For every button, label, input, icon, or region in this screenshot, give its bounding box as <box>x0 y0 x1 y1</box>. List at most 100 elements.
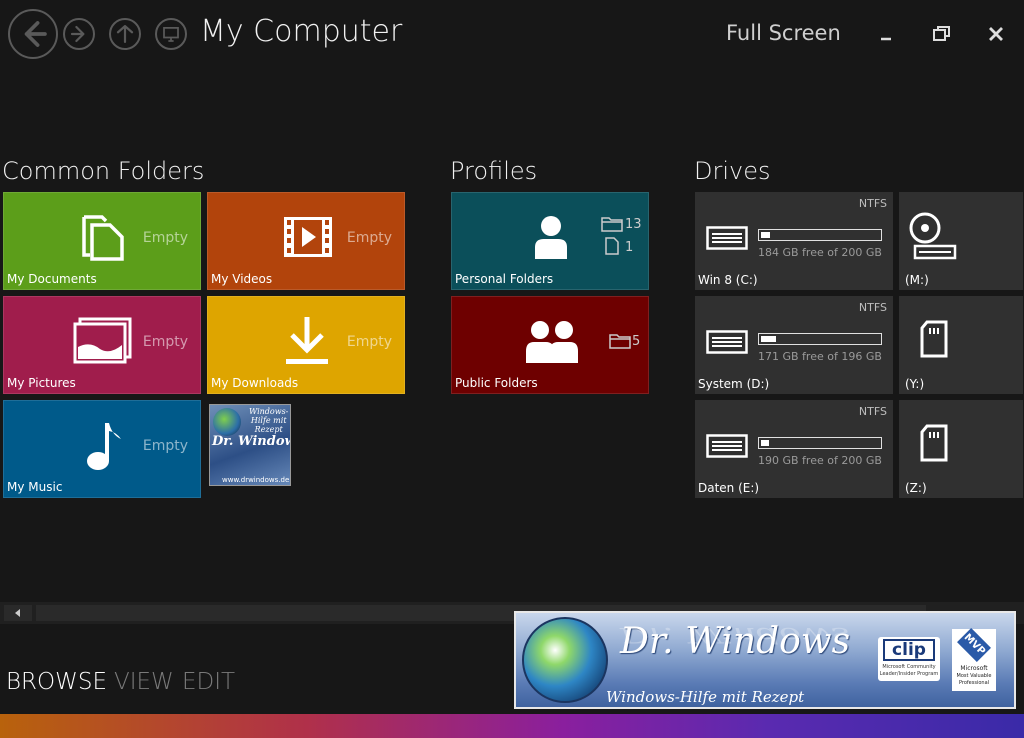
music-note-icon <box>87 423 121 470</box>
drive-e[interactable]: NTFS 190 GB free of 200 GB Daten (E:) <box>695 400 893 498</box>
file-icon <box>605 237 619 255</box>
video-film-icon <box>284 217 332 257</box>
sd-card-icon <box>920 320 948 358</box>
usage-bar <box>758 333 882 345</box>
tile-label: My Documents <box>7 272 97 286</box>
download-arrow-icon <box>286 317 328 364</box>
mvp-label: MVP <box>957 628 991 662</box>
folder-icon <box>601 217 623 232</box>
drives-heading: Drives <box>694 157 771 185</box>
promo-line1: Windows- <box>249 407 289 416</box>
filesystem-label: NTFS <box>858 301 887 314</box>
hard-drive-icon <box>706 330 748 354</box>
minimize-icon <box>881 37 891 41</box>
up-button[interactable] <box>109 18 141 50</box>
hard-drive-icon <box>706 434 748 458</box>
user-icon <box>535 216 567 259</box>
forward-button[interactable] <box>63 18 95 50</box>
drive-y[interactable]: (Y:) <box>899 296 1023 394</box>
drive-label: (Z:) <box>905 481 927 495</box>
page-title: My Computer <box>200 14 403 49</box>
close-icon <box>989 27 1003 41</box>
mvp-sub3: Professional <box>958 680 990 686</box>
tile-my-videos[interactable]: Empty My Videos <box>207 192 405 290</box>
usage-bar <box>758 437 882 449</box>
free-space-text: 190 GB free of 200 GB <box>758 454 882 467</box>
tab-edit[interactable]: EDIT <box>182 669 235 695</box>
arrow-right-icon <box>70 25 85 43</box>
usage-fill <box>761 336 776 342</box>
optical-drive-icon <box>909 212 957 260</box>
mvp-badge: MVP Microsoft Most Valuable Professional <box>952 628 996 691</box>
pictures-icon <box>73 317 132 364</box>
free-space-text: 184 GB free of 200 GB <box>758 246 882 259</box>
drive-m[interactable]: (M:) <box>899 192 1023 290</box>
profiles-heading: Profiles <box>450 157 538 185</box>
tile-status: Empty <box>346 230 392 246</box>
tile-status: Empty <box>346 334 392 350</box>
caret-left-icon <box>15 609 20 617</box>
drive-c[interactable]: NTFS 184 GB free of 200 GB Win 8 (C:) <box>695 192 893 290</box>
clip-sub2: Leader/Insider Program <box>879 671 939 677</box>
banner-title-reflection: Dr. Windows <box>620 622 851 647</box>
tile-personal-folders[interactable]: 13 1 Personal Folders <box>451 192 649 290</box>
drwindows-banner[interactable]: Dr. Windows Dr. Windows Windows-Hilfe mi… <box>514 611 1016 709</box>
clip-sub1: Microsoft Community <box>882 664 936 670</box>
tile-public-folders[interactable]: 5 Public Folders <box>451 296 649 394</box>
tile-my-downloads[interactable]: Empty My Downloads <box>207 296 405 394</box>
filesystem-label: NTFS <box>858 405 887 418</box>
mvp-sub2: Most Valuable <box>956 673 992 679</box>
tile-status: Empty <box>142 334 188 350</box>
arrow-left-icon <box>24 21 47 47</box>
promo-line3: Rezept <box>254 425 283 434</box>
tile-label: Public Folders <box>455 376 538 390</box>
drwindows-promo-tile[interactable]: Windows- Hilfe mit Rezept Dr. Windows ww… <box>209 404 291 486</box>
drive-label: (Y:) <box>905 377 925 391</box>
computer-button[interactable] <box>155 18 187 50</box>
drive-d[interactable]: NTFS 171 GB free of 196 GB System (D:) <box>695 296 893 394</box>
clip-label: clip <box>883 639 935 661</box>
documents-icon <box>82 215 124 261</box>
minimize-button[interactable] <box>874 22 898 46</box>
accent-gradient-strip <box>0 714 1024 738</box>
tile-label: My Videos <box>211 272 273 286</box>
drive-label: (M:) <box>905 273 929 287</box>
promo-line2: Hilfe mit <box>250 416 287 425</box>
tile-my-pictures[interactable]: Empty My Pictures <box>3 296 201 394</box>
arrow-up-icon <box>116 25 134 43</box>
back-button[interactable] <box>8 9 58 59</box>
drwindows-logo-orb <box>213 408 241 436</box>
promo-url: www.drwindows.de <box>222 476 290 484</box>
folder-count: 13 <box>625 217 642 232</box>
drive-label: Daten (E:) <box>698 481 760 495</box>
clip-badge: clip Microsoft Community Leader/Insider … <box>878 637 940 681</box>
monitor-icon <box>163 27 179 42</box>
restore-button[interactable] <box>929 22 953 46</box>
full-screen-button[interactable]: Full Screen <box>726 21 841 45</box>
folder-icon <box>609 334 631 349</box>
tile-my-music[interactable]: Empty My Music <box>3 400 201 498</box>
scroll-left-button[interactable] <box>4 605 32 621</box>
close-button[interactable] <box>984 22 1008 46</box>
mvp-sub1: Microsoft <box>960 665 988 672</box>
banner-subtitle: Windows-Hilfe mit Rezept <box>606 688 805 706</box>
tile-label: My Pictures <box>7 376 76 390</box>
usage-fill <box>761 232 770 238</box>
usage-bar <box>758 229 882 241</box>
tile-my-documents[interactable]: Empty My Documents <box>3 192 201 290</box>
banner-logo-orb <box>522 617 608 703</box>
file-count: 1 <box>625 240 634 255</box>
sd-card-icon <box>920 424 948 462</box>
hard-drive-icon <box>706 226 748 250</box>
restore-icon <box>933 26 950 41</box>
common-folders-heading: Common Folders <box>2 157 205 185</box>
drive-label: System (D:) <box>698 377 770 391</box>
tab-view[interactable]: VIEW <box>114 669 174 695</box>
users-group-icon <box>526 321 578 363</box>
drive-z[interactable]: (Z:) <box>899 400 1023 498</box>
tab-browse[interactable]: BROWSE <box>6 669 107 695</box>
tile-status: Empty <box>142 230 188 246</box>
tile-label: Personal Folders <box>455 272 554 286</box>
drive-label: Win 8 (C:) <box>698 273 758 287</box>
tile-label: My Downloads <box>211 376 299 390</box>
